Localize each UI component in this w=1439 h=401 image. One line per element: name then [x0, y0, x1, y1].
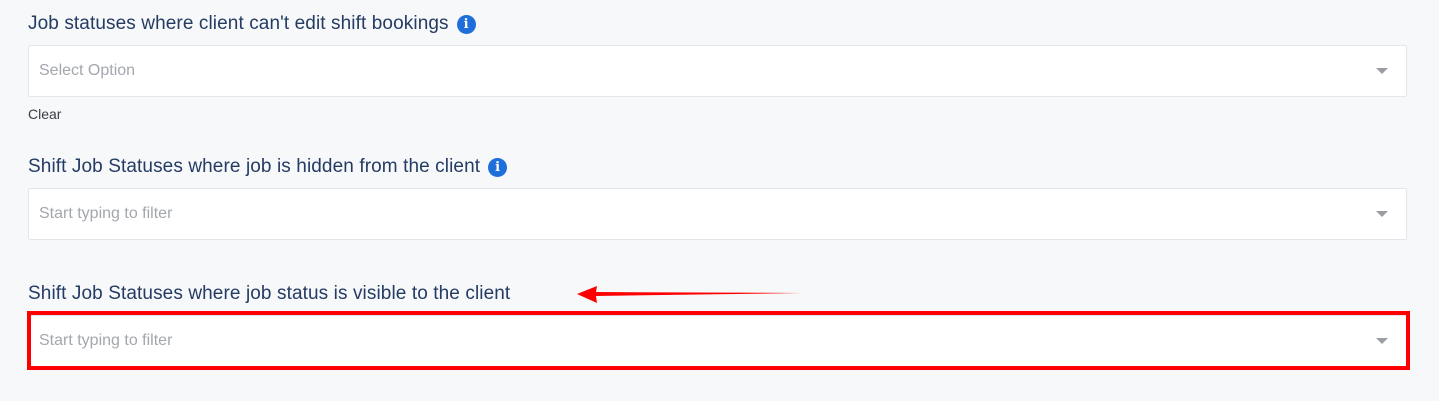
- hidden-statuses-select[interactable]: Start typing to filter: [28, 188, 1407, 240]
- field-label-text: Shift Job Statuses where job status is v…: [28, 283, 511, 304]
- caret-down-icon[interactable]: [1376, 211, 1388, 217]
- field-label-noneditable-statuses: Job statuses where client can't edit shi…: [28, 13, 476, 35]
- caret-down-icon[interactable]: [1376, 338, 1388, 344]
- filter-placeholder: Start typing to filter: [39, 205, 173, 222]
- visible-statuses-select[interactable]: Start typing to filter: [28, 315, 1407, 367]
- info-icon[interactable]: i: [488, 157, 508, 177]
- filter-placeholder: Start typing to filter: [39, 332, 173, 349]
- select-placeholder: Select Option: [39, 62, 136, 79]
- field-label-visible-statuses: Shift Job Statuses where job status is v…: [28, 283, 510, 305]
- field-label-text: Shift Job Statuses where job is hidden f…: [28, 156, 481, 177]
- field-label-hidden-statuses: Shift Job Statuses where job is hidden f…: [28, 156, 508, 178]
- info-icon[interactable]: i: [456, 14, 476, 34]
- noneditable-statuses-select[interactable]: Select Option: [28, 45, 1407, 97]
- field-label-text: Job statuses where client can't edit shi…: [28, 13, 449, 34]
- clear-button[interactable]: Clear: [28, 106, 61, 122]
- caret-down-icon[interactable]: [1376, 68, 1388, 74]
